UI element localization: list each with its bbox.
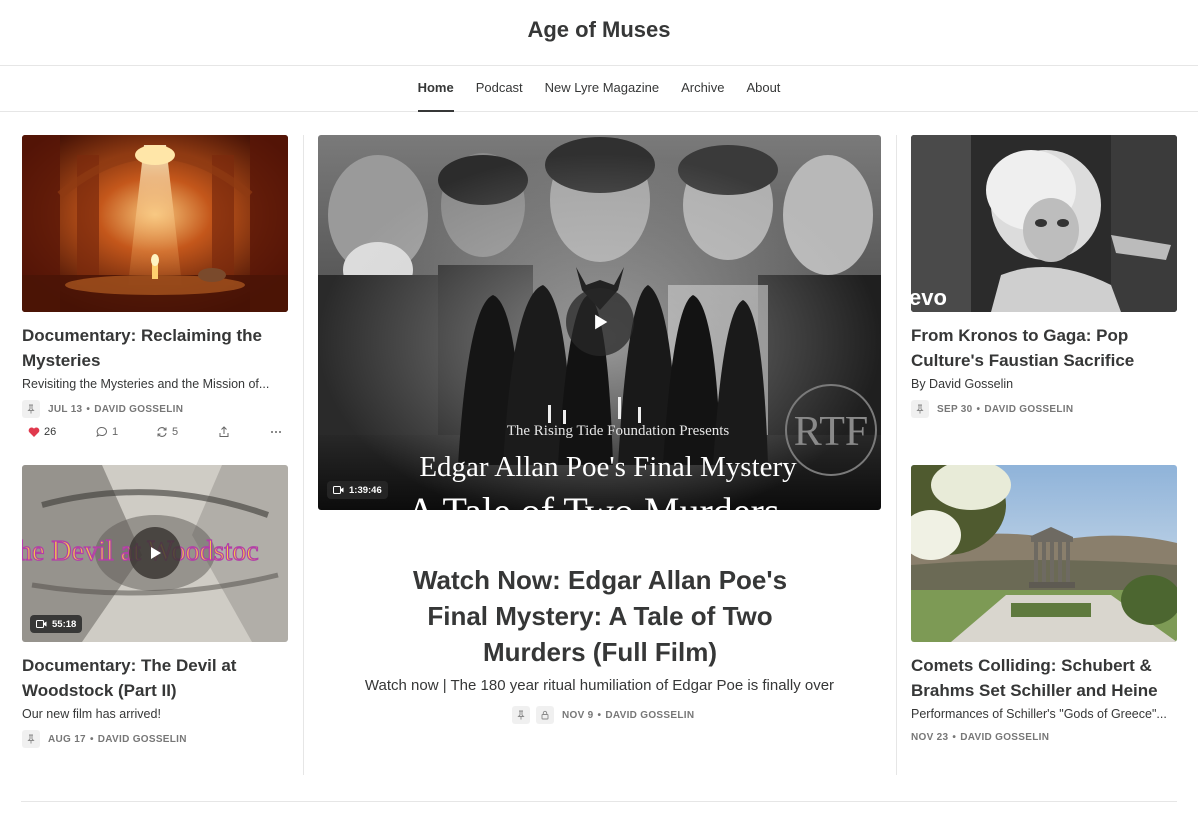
video-duration-badge: 1:39:46 <box>327 481 388 499</box>
poster-title-text: Edgar Allan Poe's Final Mystery <box>419 451 797 483</box>
post-thumbnail-woodstock[interactable]: he Devil at Woodstoc 55:18 <box>22 465 288 642</box>
play-icon <box>151 547 161 559</box>
meta-separator: • <box>86 403 91 415</box>
nav-archive[interactable]: Archive <box>670 66 735 112</box>
duration-text: 1:39:46 <box>349 484 382 496</box>
play-button[interactable] <box>129 527 181 579</box>
nav-new-lyre-magazine[interactable]: New Lyre Magazine <box>534 66 670 112</box>
post-subtitle-woodstock: Our new film has arrived! <box>22 707 161 721</box>
meta-separator: • <box>952 731 957 743</box>
comment-icon <box>96 427 107 437</box>
like-button[interactable]: 26 <box>28 426 56 438</box>
column-divider-left <box>303 135 304 775</box>
post-author[interactable]: DAVID GOSSELIN <box>605 710 694 721</box>
more-options-button[interactable] <box>270 426 286 438</box>
post-meta-kronos: SEP 30 • DAVID GOSSELIN <box>911 400 1073 418</box>
post-meta-woodstock: AUG 17 • DAVID GOSSELIN <box>22 730 187 748</box>
post-title-kronos[interactable]: From Kronos to Gaga: Pop Culture's Faust… <box>911 323 1177 373</box>
post-date: JUL 13 <box>48 403 83 415</box>
meta-separator: • <box>597 709 602 721</box>
video-duration-badge: 55:18 <box>30 615 83 633</box>
pin-icon <box>22 730 40 748</box>
greek-temple-image <box>911 465 1177 642</box>
post-thumbnail-reclaiming[interactable] <box>22 135 288 312</box>
comment-count: 1 <box>112 426 119 438</box>
vevo-logo-text: evo <box>911 285 947 310</box>
post-title-featured[interactable]: Watch Now: Edgar Allan Poe's Final Myste… <box>388 562 812 670</box>
post-subtitle-comets: Performances of Schiller's "Gods of Gree… <box>911 707 1167 721</box>
meta-separator: • <box>89 733 94 745</box>
pin-icon <box>512 706 530 724</box>
pop-culture-image: evo <box>911 135 1177 312</box>
post-meta-featured: NOV 9 • DAVID GOSSELIN <box>512 706 694 724</box>
post-date: AUG 17 <box>48 733 86 745</box>
pin-icon <box>22 400 40 418</box>
section-divider <box>21 801 1177 802</box>
video-camera-icon <box>333 486 344 494</box>
post-subtitle-reclaiming: Revisiting the Mysteries and the Mission… <box>22 377 270 391</box>
post-subtitle-kronos: By David Gosselin <box>911 377 1014 391</box>
nav-home[interactable]: Home <box>407 66 465 112</box>
heart-icon <box>28 427 40 437</box>
share-button[interactable] <box>218 426 234 438</box>
meta-separator: • <box>976 403 981 415</box>
restack-button[interactable]: 5 <box>156 426 178 438</box>
share-icon <box>219 426 229 437</box>
lock-icon <box>536 706 554 724</box>
post-meta-comets: NOV 23 • DAVID GOSSELIN <box>911 728 1049 746</box>
post-author[interactable]: DAVID GOSSELIN <box>98 734 187 745</box>
nav-podcast[interactable]: Podcast <box>465 66 534 112</box>
post-author[interactable]: DAVID GOSSELIN <box>984 404 1073 415</box>
column-divider-right <box>896 135 897 775</box>
play-button[interactable] <box>566 288 634 356</box>
post-subtitle-featured: Watch now | The 180 year ritual humiliat… <box>364 677 835 694</box>
post-thumbnail-featured[interactable]: RTF The Rising Tide Foundation Presents … <box>318 135 881 510</box>
post-title-woodstock[interactable]: Documentary: The Devil at Woodstock (Par… <box>22 653 288 703</box>
ellipsis-icon <box>271 431 281 433</box>
pin-icon <box>911 400 929 418</box>
rtf-logo-text: RTF <box>794 409 869 455</box>
post-date: NOV 23 <box>911 731 949 743</box>
temple-interior-image <box>22 135 288 312</box>
post-thumbnail-kronos[interactable]: evo <box>911 135 1177 312</box>
post-date: SEP 30 <box>937 403 973 415</box>
post-author[interactable]: DAVID GOSSELIN <box>94 404 183 415</box>
post-actions-reclaiming: 26 1 5 <box>28 426 288 442</box>
poster-presents-text: The Rising Tide Foundation Presents <box>507 423 730 439</box>
main-nav: Home Podcast New Lyre Magazine Archive A… <box>0 66 1198 112</box>
post-meta-reclaiming: JUL 13 • DAVID GOSSELIN <box>22 400 183 418</box>
post-title-reclaiming[interactable]: Documentary: Reclaiming the Mysteries <box>22 323 288 373</box>
post-author[interactable]: DAVID GOSSELIN <box>960 732 1049 743</box>
comment-button[interactable]: 1 <box>96 426 118 438</box>
post-title-comets[interactable]: Comets Colliding: Schubert & Brahms Set … <box>911 653 1177 703</box>
duration-text: 55:18 <box>52 618 77 630</box>
post-date: NOV 9 <box>562 709 594 721</box>
restack-count: 5 <box>172 426 179 438</box>
site-title[interactable]: Age of Muses <box>0 17 1198 43</box>
nav-about[interactable]: About <box>735 66 791 112</box>
restack-icon <box>157 427 167 437</box>
like-count: 26 <box>44 426 57 438</box>
play-icon <box>595 314 608 330</box>
video-camera-icon <box>36 620 47 628</box>
poster-subtitle-text: A Tale of Two Murders <box>407 489 780 510</box>
post-thumbnail-comets[interactable] <box>911 465 1177 642</box>
site-header: Age of Muses <box>0 0 1198 66</box>
